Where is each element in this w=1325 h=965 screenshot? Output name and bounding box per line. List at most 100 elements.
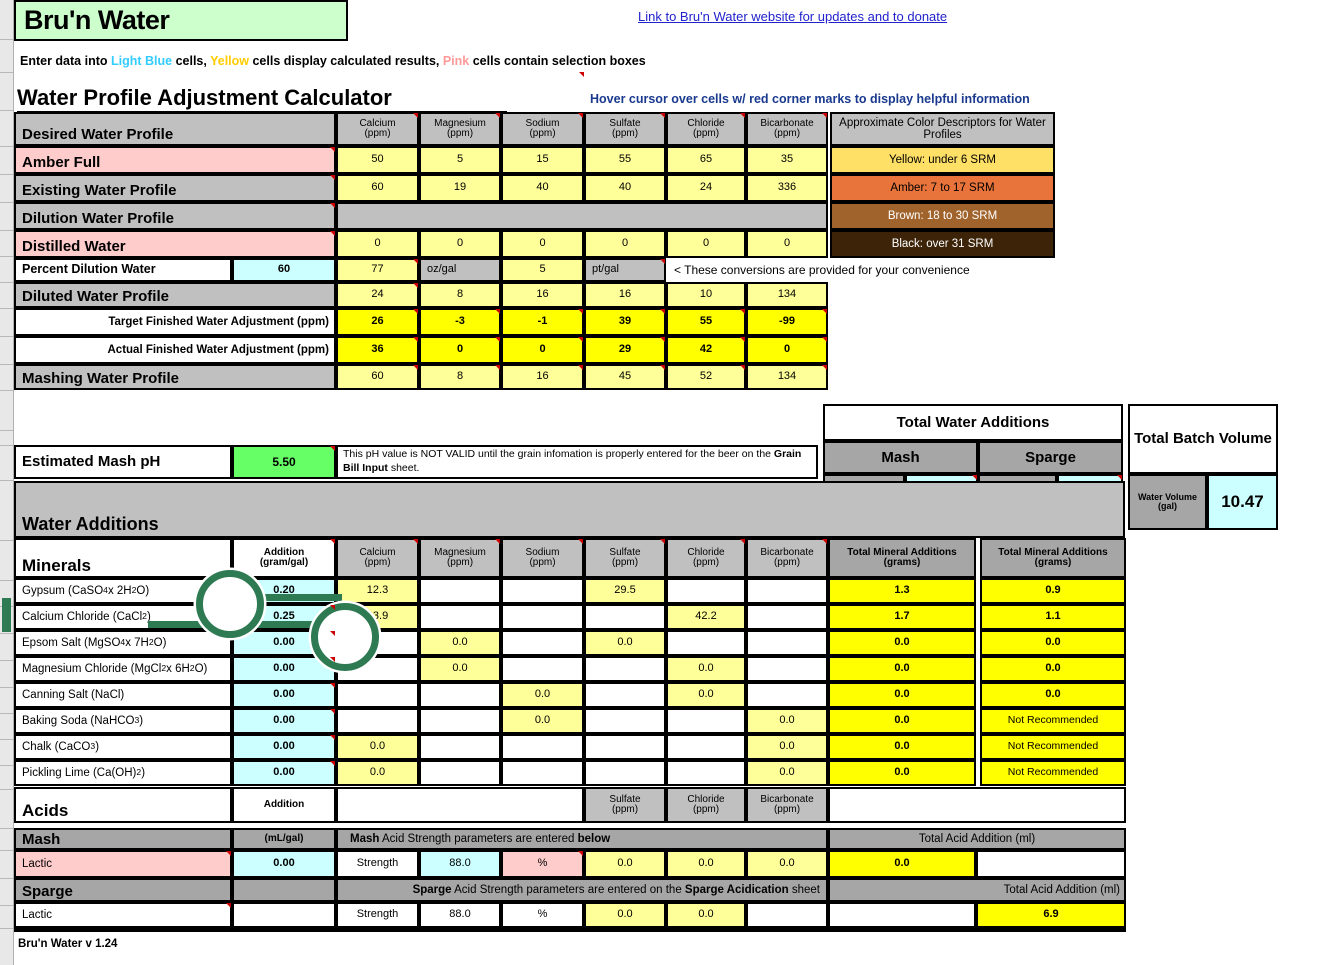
acids-mash-sulfate: 0.0 (584, 850, 666, 878)
target-sodium: -1 (501, 308, 584, 336)
mineral-addition-input[interactable]: 0.00 (232, 708, 336, 734)
comment-mark-icon (579, 72, 584, 77)
batch-water-volume-label: Water Volume (gal) (1128, 474, 1207, 530)
mineral-mash-total: 1.3 (828, 578, 976, 604)
desired-sodium: 15 (501, 146, 584, 174)
acids-col-sulfate: Sulfate (ppm) (584, 787, 666, 823)
desired-magnesium: 5 (419, 146, 501, 174)
acids-mash-unit: (mL/gal) (232, 828, 336, 850)
color-descriptor-yellow: Yellow: under 6 SRM (830, 146, 1055, 174)
comment-mark-icon (495, 113, 500, 118)
mineral-magnesium-value (419, 760, 501, 786)
dilution-magnesium: 0 (419, 230, 501, 258)
existing-chloride[interactable]: 24 (666, 174, 746, 202)
mineral-sparge-total: 0.0 (980, 682, 1126, 708)
minerals-col-bicarbonate: Bicarbonate (ppm) (746, 538, 828, 578)
actual-calcium: 36 (336, 336, 419, 364)
comment-mark-icon (330, 147, 335, 152)
mineral-mash-total: 0.0 (828, 734, 976, 760)
existing-bicarbonate[interactable]: 336 (746, 174, 828, 202)
column-header-chloride-unit: (ppm) (692, 128, 720, 139)
comment-mark-icon (226, 903, 231, 908)
water-additions-section-title: Water Additions (14, 481, 1125, 538)
mineral-chloride-value (666, 734, 746, 760)
mineral-sparge-total: 0.0 (980, 630, 1126, 656)
mineral-sodium-value: 0.0 (501, 682, 584, 708)
comment-mark-icon (413, 283, 418, 288)
conversion-oz-value: 77 (336, 258, 419, 282)
mineral-bicarbonate-value (746, 604, 828, 630)
minerals-col-chloride-unit: (ppm) (692, 557, 720, 568)
mineral-mash-total: 0.0 (828, 630, 976, 656)
existing-sulfate[interactable]: 40 (584, 174, 666, 202)
mineral-name: Baking Soda (NaHCO 3) (14, 708, 232, 734)
mashing-chloride: 52 (666, 364, 746, 390)
diluted-profile-label: Diluted Water Profile (14, 282, 336, 308)
minerals-col-sodium-unit: (ppm) (529, 557, 556, 568)
desired-calcium: 50 (336, 146, 419, 174)
comment-mark-icon (413, 337, 418, 342)
acids-sparge-note-bold1: Sparge (412, 883, 452, 896)
comment-mark-icon (660, 113, 665, 118)
desired-profile-name[interactable]: Amber Full (14, 146, 336, 174)
acids-mash-bicarbonate: 0.0 (746, 850, 828, 878)
comment-mark-icon (660, 259, 665, 264)
version-footer: Bru'n Water v 1.24 (18, 938, 118, 950)
color-descriptor-brown: Brown: 18 to 30 SRM (830, 202, 1055, 230)
acids-mash-percent[interactable]: % (501, 850, 584, 878)
target-calcium: 26 (336, 308, 419, 336)
mineral-chloride-value (666, 708, 746, 734)
acids-mash-note: Mash Acid Strength parameters are entere… (336, 828, 828, 850)
acids-sparge-addition[interactable] (232, 902, 336, 928)
mineral-addition-input[interactable]: 0.00 (232, 734, 336, 760)
dilution-water-name[interactable]: Distilled Water (14, 230, 336, 258)
percent-dilution-input[interactable]: 60 (232, 258, 336, 282)
acids-mash-chloride: 0.0 (666, 850, 746, 878)
mineral-sparge-total: Not Recommended (980, 734, 1126, 760)
mineral-bicarbonate-value: 0.0 (746, 760, 828, 786)
acids-mash-acid-name[interactable]: Lactic (14, 850, 232, 878)
legend-mid2: cells display calculated results, (249, 54, 443, 68)
desired-bicarbonate: 35 (746, 146, 828, 174)
mineral-sulfate-value: 0.0 (584, 630, 666, 656)
mineral-bicarbonate-value: 0.0 (746, 708, 828, 734)
comment-mark-icon (495, 539, 500, 544)
conversion-note: < These conversions are provided for you… (668, 258, 1088, 282)
desired-profile-label: Desired Water Profile (14, 112, 336, 146)
mineral-sulfate-value (584, 656, 666, 682)
mineral-sulfate-value: 29.5 (584, 578, 666, 604)
comment-mark-icon (413, 309, 418, 314)
actual-magnesium: 0 (419, 336, 501, 364)
existing-calcium[interactable]: 60 (336, 174, 419, 202)
row-header-gutter[interactable] (0, 0, 14, 965)
comment-mark-icon (330, 446, 335, 451)
comment-mark-icon (330, 761, 335, 766)
acids-sparge-acid-name[interactable]: Lactic (14, 902, 232, 928)
sparge-total-mineral-header: Total Mineral Additions (grams) (980, 538, 1126, 578)
acids-col-bicarbonate-unit: (ppm) (773, 804, 801, 815)
target-adjustment-label: Target Finished Water Adjustment (ppm) (14, 308, 336, 336)
column-header-sulfate-unit: (ppm) (611, 128, 639, 139)
diluted-bicarbonate: 134 (746, 282, 828, 308)
mineral-magnesium-value (419, 604, 501, 630)
comment-mark-icon (330, 175, 335, 180)
acids-mash-addition[interactable]: 0.00 (232, 850, 336, 878)
existing-sodium[interactable]: 40 (501, 174, 584, 202)
comment-mark-icon (330, 203, 335, 208)
mineral-calcium-value (336, 708, 419, 734)
mineral-addition-input[interactable]: 0.00 (232, 682, 336, 708)
website-link[interactable]: Link to Bru'n Water website for updates … (638, 9, 947, 24)
comment-mark-icon (578, 309, 583, 314)
mineral-addition-input[interactable]: 0.00 (232, 760, 336, 786)
existing-magnesium[interactable]: 19 (419, 174, 501, 202)
diluted-magnesium: 8 (419, 282, 501, 308)
comment-mark-icon (1117, 475, 1122, 480)
total-batch-volume-title-text: Total Batch Volume (1134, 430, 1272, 448)
actual-sodium: 0 (501, 336, 584, 364)
comment-mark-icon (495, 337, 500, 342)
comment-mark-icon (413, 113, 418, 118)
acids-mash-strength-value[interactable]: 88.0 (419, 850, 501, 878)
acids-sparge-unit-blank (232, 878, 336, 902)
total-water-additions-title: Total Water Additions (823, 404, 1123, 441)
mineral-bicarbonate-value (746, 578, 828, 604)
